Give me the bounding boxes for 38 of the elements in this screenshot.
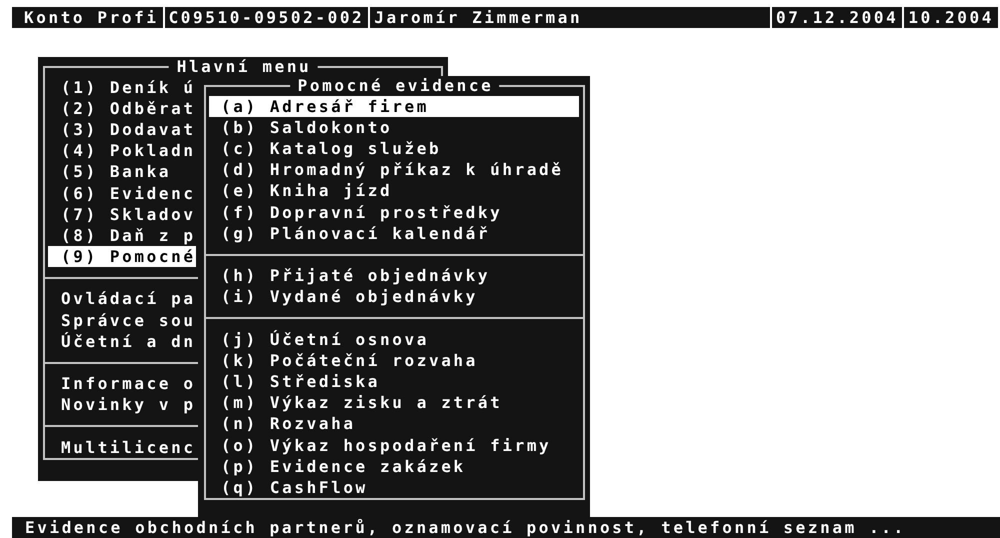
menu-item[interactable]: (m) Výkaz zisku a ztrát [209, 392, 579, 414]
menu-item[interactable]: (k) Počáteční rozvaha [209, 350, 579, 372]
menu-item[interactable]: (2) Odběrat [48, 98, 196, 119]
menu-item[interactable]: (j) Účetní osnova [209, 328, 579, 350]
menu-item[interactable]: (5) Banka [48, 161, 196, 183]
menu-item[interactable]: (a) Adresář firem [209, 96, 579, 117]
menu-item[interactable]: (4) Pokladn [48, 140, 196, 162]
menu-item[interactable]: (7) Skladov [48, 204, 196, 225]
menu-item[interactable]: Účetní a dn [48, 330, 196, 352]
header-field: Jaromír Zimmerman [368, 7, 586, 28]
menu-item[interactable]: (l) Střediska [209, 371, 579, 392]
menu-item[interactable]: (o) Výkaz hospodaření firmy [209, 434, 579, 456]
header-field: 07.12.2004 [770, 7, 902, 28]
header-field: C09510-09502-002 [162, 7, 368, 28]
menu-item[interactable]: Ovládací pa [48, 288, 196, 310]
menu-item[interactable]: (f) Dopravní prostředky [209, 202, 579, 223]
header-field: 10.2004 [902, 7, 998, 28]
menu-item[interactable]: (q) CashFlow [209, 476, 579, 498]
menu-item[interactable]: (p) Evidence zakázek [209, 456, 579, 477]
menu-item[interactable]: (6) Evidenc [48, 182, 196, 204]
menu-item[interactable]: (c) Katalog služeb [209, 138, 579, 160]
menu-item[interactable]: (i) Vydané objednávky [209, 286, 579, 308]
header-field: Konto Profi [12, 7, 163, 28]
menu-item[interactable]: (3) Dodavat [48, 118, 196, 140]
menu-item[interactable]: (b) Saldokonto [209, 116, 579, 138]
menu-item[interactable]: (d) Hromadný příkaz k úhradě [209, 159, 579, 180]
status-bar: Evidence obchodních partnerů, oznamovací povinnost, telefonní seznam ... [12, 517, 1000, 538]
menu-item[interactable]: (g) Plánovací kalendář [209, 222, 579, 244]
menu-item[interactable]: (h) Přijaté objednávky [209, 265, 579, 286]
menu-item[interactable]: (e) Kniha jízd [209, 180, 579, 202]
menu-item[interactable]: (9) Pomocné [48, 246, 196, 268]
menu-item[interactable]: Multilicenc [48, 436, 196, 458]
menu-item[interactable]: (n) Rozvaha [209, 413, 579, 435]
menu-item[interactable]: Informace o [48, 373, 196, 394]
menu-item[interactable]: (1) Deník ú [48, 76, 196, 98]
menu-item[interactable]: (8) Daň z p [48, 224, 196, 246]
menu-item[interactable]: Novinky v p [48, 394, 196, 416]
menu-item[interactable]: Správce sou [48, 310, 196, 331]
